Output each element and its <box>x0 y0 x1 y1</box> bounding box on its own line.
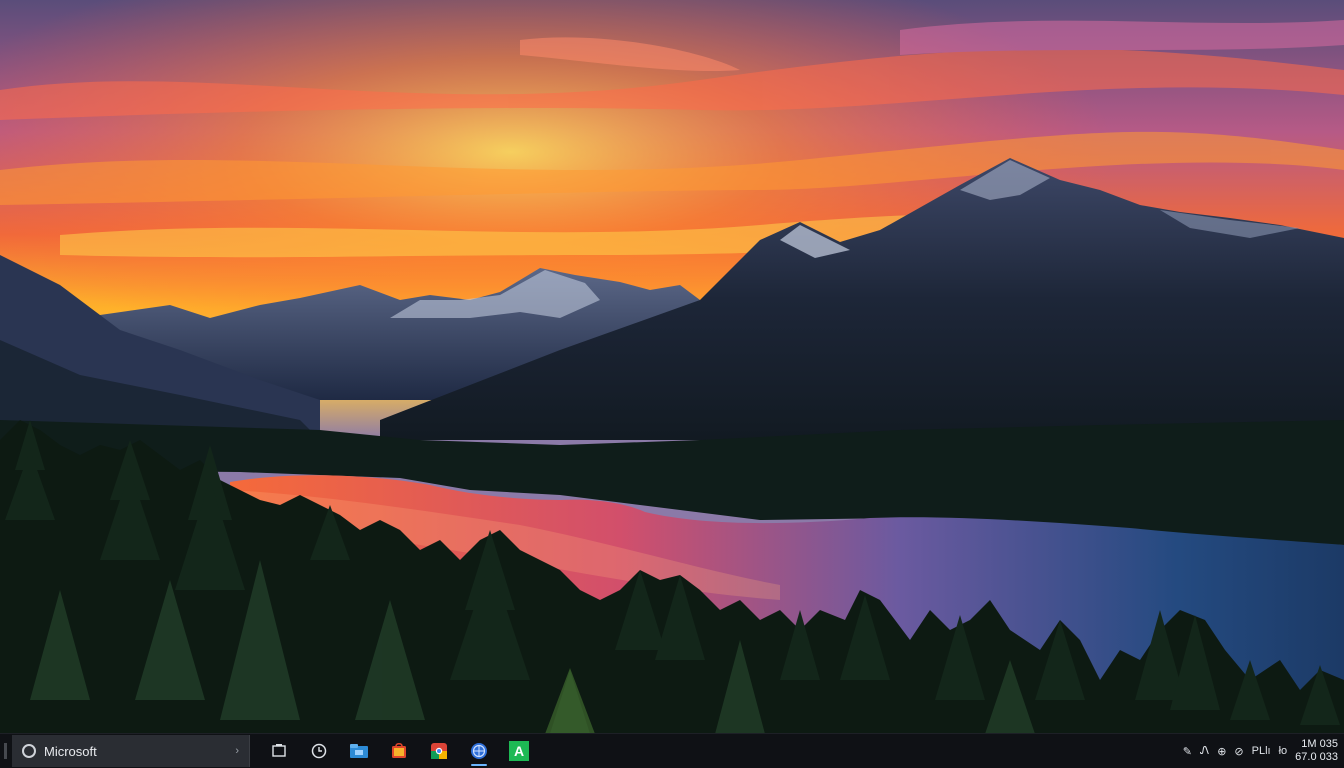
language-indicator[interactable]: PLlı <box>1252 745 1271 757</box>
chevron-right-icon: › <box>235 745 239 757</box>
tray-icon-2[interactable]: ⊕ <box>1217 745 1226 758</box>
pen-icon[interactable]: ✎ <box>1183 745 1192 758</box>
search-icon <box>22 744 36 758</box>
chrome-icon[interactable] <box>422 734 456 768</box>
folder-icon[interactable] <box>342 734 376 768</box>
system-tray: ✎ Ꮑ ⊕ ⊘ PLlı ło 1M 035 67.0 033 <box>1183 738 1344 764</box>
tray-icon-1[interactable]: Ꮑ <box>1200 745 1209 758</box>
clock-date: 67.0 033 <box>1295 751 1338 763</box>
desktop-wallpaper <box>0 0 1344 734</box>
search-label: Microsoft <box>44 743 97 759</box>
taskbar-search-box[interactable]: Microsoft › <box>12 735 250 767</box>
globe-app-icon[interactable] <box>462 734 496 768</box>
start-button-edge[interactable] <box>0 734 10 768</box>
mountain-lake-sunset-wallpaper <box>0 0 1344 734</box>
taskbar-app-icons: A <box>262 734 536 768</box>
tray-icon-3[interactable]: ⊘ <box>1234 745 1243 758</box>
green-app-icon[interactable]: A <box>502 734 536 768</box>
language-indicator-short[interactable]: ło <box>1279 745 1288 757</box>
taskbar-clock[interactable]: 1M 035 67.0 033 <box>1295 738 1338 764</box>
store-icon[interactable] <box>382 734 416 768</box>
task-view-icon[interactable] <box>262 734 296 768</box>
taskbar: Microsoft › A ✎ Ꮑ ⊕ ⊘ PLlı ło 1M 035 67.… <box>0 733 1344 768</box>
clock-app-icon[interactable] <box>302 734 336 768</box>
clock-time: 1M 035 <box>1301 738 1338 750</box>
